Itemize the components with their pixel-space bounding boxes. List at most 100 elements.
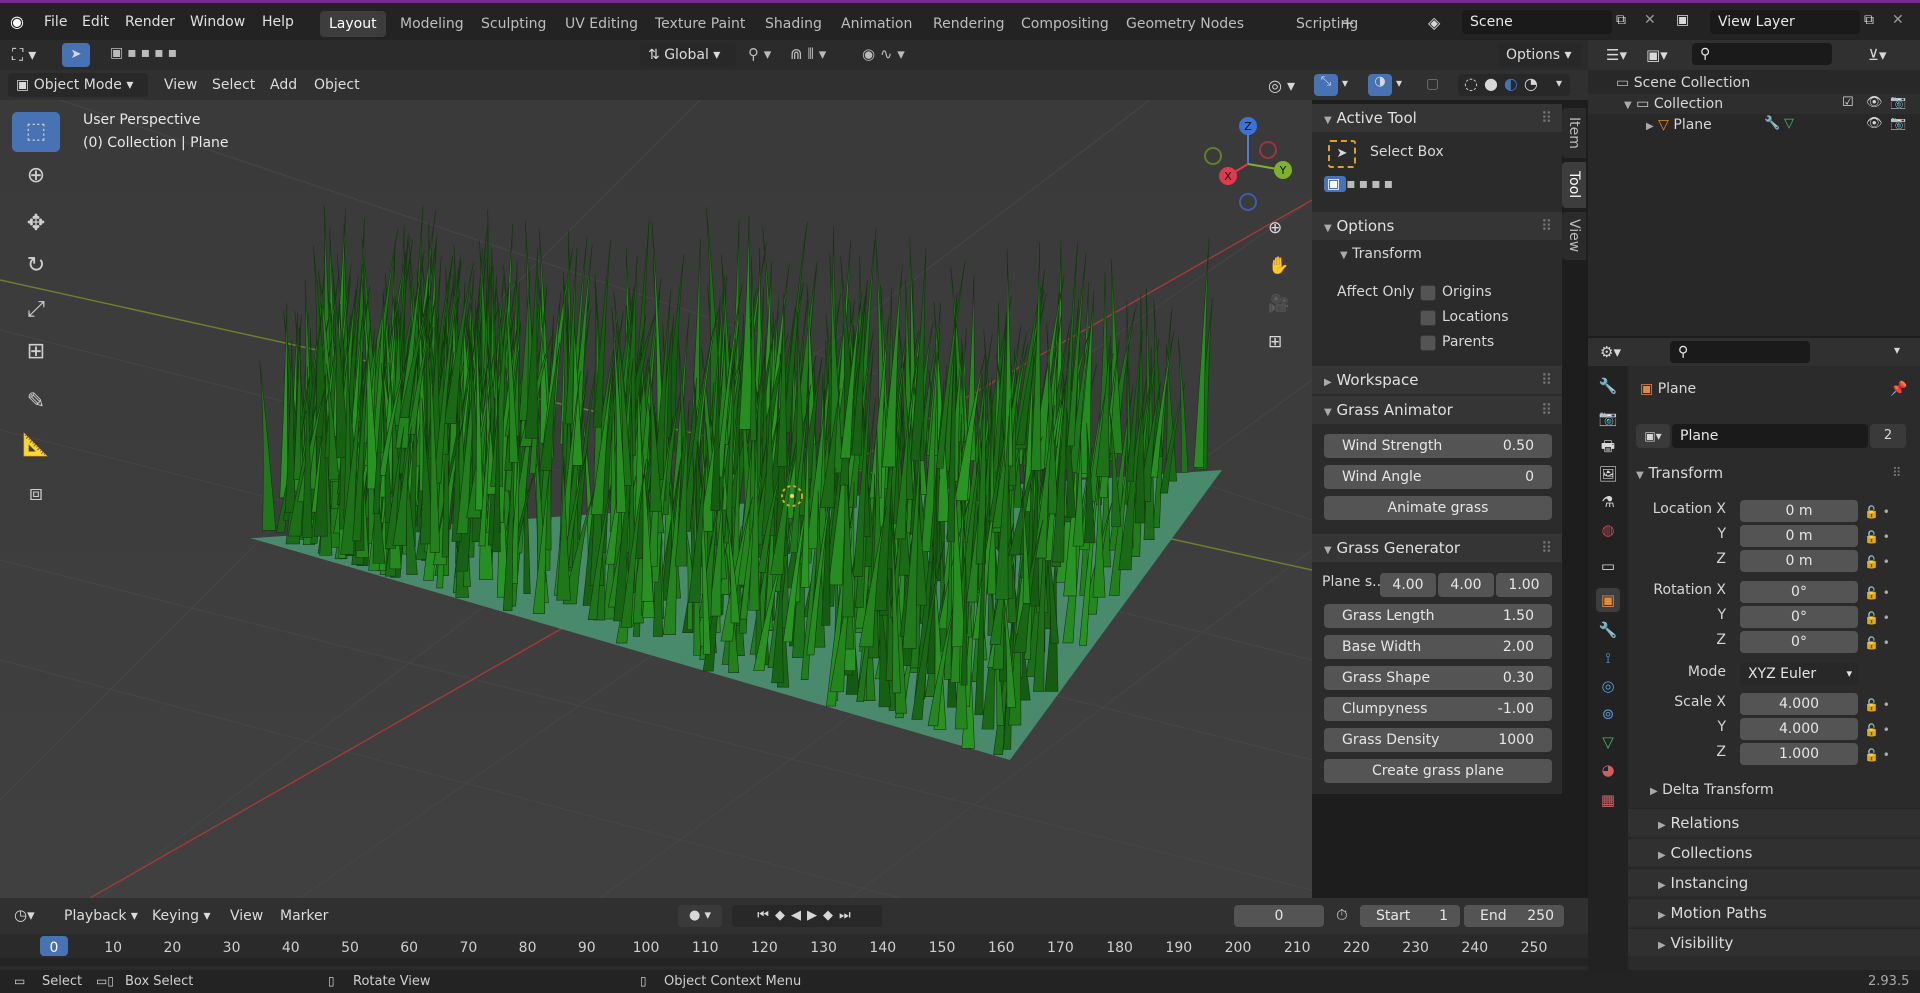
- location-z-field[interactable]: 0 m: [1740, 550, 1858, 572]
- shading-modes[interactable]: ◌●◐◔: [1458, 74, 1570, 96]
- tab-compositing[interactable]: Compositing: [1012, 11, 1118, 37]
- data-tab-icon[interactable]: ▽: [1596, 730, 1620, 754]
- pivot-icon[interactable]: ⚲ ▾: [748, 45, 771, 63]
- rotation-x-field[interactable]: 0°: [1740, 581, 1858, 603]
- timeline-editor-icon[interactable]: ◷▾: [14, 906, 35, 924]
- frame-tick[interactable]: 40: [282, 940, 300, 956]
- options-dropdown[interactable]: Options ▾: [1498, 43, 1582, 67]
- measure-tool-icon[interactable]: 📐: [12, 426, 60, 466]
- origins-checkbox[interactable]: [1420, 285, 1436, 301]
- grass-density-slider[interactable]: Grass Density 1000: [1324, 728, 1552, 752]
- mode-dropdown[interactable]: ▣ Object Mode ▾: [8, 73, 148, 97]
- pin-icon[interactable]: 📌: [1890, 381, 1907, 397]
- selection-mode-icons[interactable]: ▣▪▪▪▪: [110, 45, 230, 61]
- transform-section-header[interactable]: ▼ Transform: [1636, 464, 1723, 482]
- tab-sculpting[interactable]: Sculpting: [472, 11, 555, 37]
- output-tab-icon[interactable]: 🖶: [1596, 434, 1620, 458]
- properties-editor-icon[interactable]: ⚙▾: [1600, 343, 1621, 361]
- scale-z-field[interactable]: 1.000: [1740, 743, 1858, 765]
- display-mode-icon[interactable]: ▣▾: [1646, 46, 1668, 64]
- frame-tick[interactable]: 60: [400, 940, 418, 956]
- outliner-search[interactable]: ⚲: [1692, 43, 1832, 65]
- scene-tab-icon[interactable]: ⚗: [1596, 490, 1620, 514]
- properties-search[interactable]: ⚲: [1670, 341, 1810, 363]
- editor-type-icon[interactable]: ⛶ ▾: [12, 45, 36, 65]
- clumpyness-slider[interactable]: Clumpyness -1.00: [1324, 697, 1552, 721]
- instancing-section[interactable]: ▶ Instancing: [1628, 868, 1920, 896]
- gizmo-neg-x[interactable]: [1259, 141, 1277, 159]
- frame-tick[interactable]: 10: [104, 940, 122, 956]
- modifier-icon[interactable]: 🔧: [1764, 116, 1780, 131]
- grass-length-slider[interactable]: Grass Length 1.50: [1324, 604, 1552, 628]
- menu-help[interactable]: Help: [262, 12, 294, 32]
- zoom-icon[interactable]: ⊕: [1268, 218, 1282, 238]
- create-grass-plane-button[interactable]: Create grass plane: [1324, 759, 1552, 783]
- motion-paths-section[interactable]: ▶ Motion Paths: [1628, 898, 1920, 926]
- scale-lock-toggles[interactable]: 🔓 • 🔓 • 🔓 •: [1864, 693, 1894, 768]
- blender-logo-icon[interactable]: ◉: [10, 12, 30, 32]
- constraints-tab-icon[interactable]: ⊚: [1596, 702, 1620, 726]
- menu-file[interactable]: File: [44, 12, 67, 32]
- view-layer-field[interactable]: View Layer: [1710, 10, 1860, 34]
- visibility-section[interactable]: ▶ Visibility: [1628, 928, 1920, 956]
- menu-window[interactable]: Window: [190, 12, 245, 32]
- new-scene-icon[interactable]: ⧉: [1616, 12, 1626, 28]
- scene-collection-row[interactable]: ▭ Scene Collection: [1616, 74, 1750, 92]
- playback-controls[interactable]: ⏮◆◀▶◆⏭: [732, 905, 882, 927]
- orientation-dropdown[interactable]: ⇅ Global ▾: [640, 43, 736, 67]
- location-x-field[interactable]: 0 m: [1740, 500, 1858, 522]
- grass-shape-slider[interactable]: Grass Shape 0.30: [1324, 666, 1552, 690]
- gizmo-neg-y[interactable]: [1204, 147, 1222, 165]
- plane-row[interactable]: ▶ ▽ Plane: [1646, 116, 1712, 136]
- tab-geometry-nodes[interactable]: Geometry Nodes: [1117, 11, 1253, 37]
- marker-menu[interactable]: Marker: [272, 904, 336, 928]
- frame-tick[interactable]: 150: [929, 940, 956, 956]
- plane-size-y-field[interactable]: 4.00: [1438, 573, 1494, 597]
- frame-tick[interactable]: 190: [1165, 940, 1192, 956]
- visibility-icon[interactable]: ◎ ▾: [1268, 76, 1295, 95]
- wind-strength-slider[interactable]: Wind Strength 0.50: [1324, 434, 1552, 458]
- menu-add[interactable]: Add: [262, 73, 305, 97]
- outliner-editor-icon[interactable]: ☰▾: [1606, 46, 1627, 64]
- frame-tick[interactable]: 130: [810, 940, 837, 956]
- world-tab-icon[interactable]: ◍: [1596, 518, 1620, 542]
- collections-section[interactable]: ▶ Collections: [1628, 838, 1920, 866]
- frame-tick[interactable]: 70: [459, 940, 477, 956]
- record-button[interactable]: ● ▾: [678, 905, 722, 927]
- texture-tab-icon[interactable]: ▦: [1596, 788, 1620, 812]
- move-tool-icon[interactable]: ✥: [12, 204, 60, 244]
- frame-tick[interactable]: 160: [988, 940, 1015, 956]
- wind-angle-slider[interactable]: Wind Angle 0: [1324, 465, 1552, 489]
- frame-tick[interactable]: 170: [1047, 940, 1074, 956]
- frame-tick[interactable]: 240: [1461, 940, 1488, 956]
- plane-eye-icon[interactable]: 👁: [1866, 116, 1883, 131]
- mesh-data-icon[interactable]: ▽: [1784, 116, 1794, 131]
- ortho-toggle-icon[interactable]: ⊞: [1268, 332, 1282, 352]
- collection-row[interactable]: ▼ ▭ Collection: [1624, 95, 1723, 115]
- frame-tick[interactable]: 220: [1343, 940, 1370, 956]
- menu-edit[interactable]: Edit: [82, 12, 109, 32]
- menu-view[interactable]: View: [156, 73, 205, 97]
- rotation-mode-dropdown[interactable]: XYZ Euler ▾: [1740, 663, 1858, 685]
- rotation-y-field[interactable]: 0°: [1740, 606, 1858, 628]
- plane-camera-icon[interactable]: 📷: [1890, 116, 1906, 131]
- view-layer-icon[interactable]: ▣: [1676, 12, 1689, 28]
- collection-exclude-checkbox[interactable]: ☑: [1842, 95, 1854, 110]
- current-frame-field[interactable]: 0: [1234, 905, 1324, 927]
- rotation-lock-toggles[interactable]: 🔓 • 🔓 • 🔓 •: [1864, 581, 1894, 656]
- frame-tick[interactable]: 120: [751, 940, 778, 956]
- menu-render[interactable]: Render: [125, 12, 175, 32]
- grass-animator-header[interactable]: ▼ Grass Animator ⠿: [1312, 396, 1562, 424]
- rotate-tool-icon[interactable]: ↻: [12, 246, 60, 286]
- tool-tab-icon[interactable]: 🔧: [1596, 374, 1620, 398]
- collection-eye-icon[interactable]: 👁: [1866, 95, 1883, 110]
- playback-menu[interactable]: Playback ▾: [56, 904, 146, 928]
- proportional-edit-icon[interactable]: ◉ ∿ ▾: [862, 45, 905, 63]
- filter-icon[interactable]: ⊻▾: [1868, 46, 1887, 64]
- modifier-tab-icon[interactable]: 🔧: [1596, 618, 1620, 642]
- pan-hand-icon[interactable]: ✋: [1268, 256, 1289, 276]
- view-layer-tab-icon[interactable]: 🖼: [1596, 462, 1620, 486]
- gizmo-neg-z[interactable]: [1239, 193, 1257, 211]
- shading-dropdown-icon[interactable]: ▾: [1556, 76, 1562, 90]
- clock-icon[interactable]: ⏱: [1336, 906, 1348, 924]
